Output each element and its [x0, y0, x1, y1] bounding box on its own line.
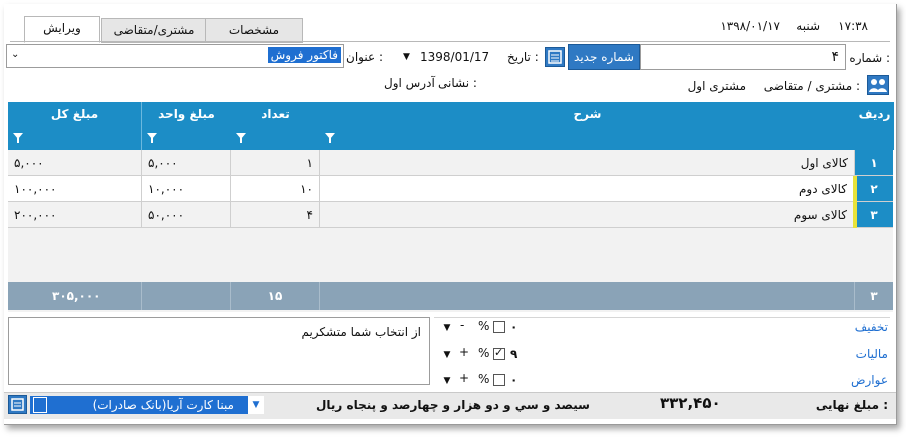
table-row[interactable]: ۲ کالای دوم ۱۰ ۱۰,۰۰۰ ۱۰۰,۰۰۰	[8, 176, 893, 202]
duties-percent-sign: %	[478, 372, 490, 386]
tab-edit[interactable]: ویرایش	[24, 16, 100, 43]
row-total: ۲۰۰,۰۰۰	[8, 202, 141, 228]
date-label: تاریخ :	[507, 50, 539, 64]
address-label: نشانی :	[438, 76, 477, 90]
col-total-label: مبلغ کل	[50, 107, 99, 121]
title-value: فاکتور فروش	[267, 47, 341, 63]
invoice-window: ۱۷:۳۸ شنبه ۱۳۹۸/۰۱/۱۷ ویرایش مشتری/متقاض…	[4, 4, 897, 425]
new-number-button[interactable]: شماره جدید	[568, 44, 640, 70]
title-select[interactable]: فاکتور فروش ⌄	[6, 44, 344, 68]
filter-icon[interactable]	[147, 133, 157, 143]
bank-account-value: مبنا کارت آریا(بانک صادرات)	[92, 398, 234, 412]
table-row[interactable]: ۱ کالای اول ۱ ۵,۰۰۰ ۵,۰۰۰	[8, 150, 893, 176]
row-unit-price[interactable]: ۵,۰۰۰	[141, 150, 230, 176]
discount-chevron-down-icon[interactable]: ▼	[441, 323, 453, 333]
tab-edit-label: ویرایش	[43, 21, 81, 35]
discount-percent-checkbox[interactable]	[493, 321, 505, 333]
tab-specs-label: مشخصات	[228, 23, 280, 37]
row-marker	[853, 176, 857, 202]
final-amount-value: ۳۳۲,۴۵۰	[660, 394, 721, 412]
notes-textarea[interactable]: از انتخاب شما متشکریم	[8, 317, 430, 385]
filter-icon[interactable]	[13, 133, 23, 143]
row-unit-price[interactable]: ۵۰,۰۰۰	[141, 202, 230, 228]
notes-text: از انتخاب شما متشکریم	[301, 325, 421, 339]
footer-unit	[141, 282, 230, 310]
discount-percent-sign: %	[478, 319, 490, 333]
grid-footer-totals: ۳ ۱۵ ۳۰۵,۰۰۰	[8, 282, 893, 310]
tab-customer[interactable]: مشتری/متقاضی	[101, 18, 207, 43]
customer-label: مشتری / متقاضی :	[763, 79, 860, 93]
col-header-total[interactable]: مبلغ کل	[8, 102, 141, 150]
weekday: شنبه	[796, 19, 820, 33]
card-icon	[33, 397, 47, 413]
clock: ۱۷:۳۸	[838, 19, 868, 33]
customers-icon[interactable]	[867, 75, 889, 95]
calculator-icon[interactable]	[545, 47, 565, 67]
row-desc[interactable]: کالای دوم	[319, 176, 853, 202]
final-amount-words: سیصد و سي و دو هزار و چهارصد و پنجاه ریا…	[316, 398, 590, 412]
footer-qty: ۱۵	[230, 282, 319, 310]
current-date: ۱۳۹۸/۰۱/۱۷	[720, 19, 780, 33]
number-label: شماره :	[849, 51, 890, 65]
row-number: ۱	[854, 150, 893, 176]
title-chevron-down-icon[interactable]: ⌄	[11, 49, 19, 60]
row-qty[interactable]: ۴	[230, 202, 319, 228]
tax-label: مالیات	[855, 347, 888, 361]
row-unit-price[interactable]: ۱۰,۰۰۰	[141, 176, 230, 202]
filter-icon[interactable]	[236, 133, 246, 143]
table-row[interactable]: ۳ کالای سوم ۴ ۵۰,۰۰۰ ۲۰۰,۰۰۰	[8, 202, 893, 228]
duties-percent-checkbox[interactable]	[493, 374, 505, 386]
col-unit-price-label: مبلغ واحد	[158, 107, 215, 121]
duties-sign-toggle[interactable]: +	[459, 371, 469, 385]
calculator-icon[interactable]	[8, 395, 27, 414]
col-qty-label: تعداد	[261, 107, 290, 121]
final-amount-label: مبلغ نهایی :	[815, 398, 888, 412]
address-value: آدرس اول	[384, 76, 435, 90]
footer-total: ۳۰۵,۰۰۰	[52, 289, 101, 303]
col-header-desc[interactable]: شرح	[319, 102, 855, 150]
row-total: ۵,۰۰۰	[8, 150, 141, 176]
items-grid: ردیف شرح تعداد مبلغ واحد مبلغ کل ۱ کالای…	[8, 102, 894, 312]
col-header-qty[interactable]: تعداد	[230, 102, 320, 150]
row-total: ۱۰۰,۰۰۰	[8, 176, 141, 202]
date-value[interactable]: 1398/01/17	[420, 50, 489, 64]
tab-specs[interactable]: مشخصات	[205, 18, 303, 43]
discount-sign-toggle[interactable]: -	[460, 318, 464, 332]
row-number: ۲	[854, 176, 893, 202]
col-header-row[interactable]: ردیف	[854, 102, 894, 150]
row-desc[interactable]: کالای سوم	[319, 202, 853, 228]
tax-percent-checkbox[interactable]	[493, 346, 505, 360]
row-number: ۳	[854, 202, 893, 228]
duties-chevron-down-icon[interactable]: ▼	[441, 376, 453, 386]
bank-account-select[interactable]: مبنا کارت آریا(بانک صادرات) ▼	[30, 396, 264, 414]
filter-icon[interactable]	[325, 133, 335, 143]
discount-label: تخفیف	[854, 320, 888, 334]
row-qty[interactable]: ۱	[230, 150, 319, 176]
tax-chevron-down-icon[interactable]: ▼	[441, 350, 453, 360]
number-value: ۴	[831, 49, 839, 65]
row-marker	[853, 202, 857, 228]
tax-sign-toggle[interactable]: +	[459, 345, 469, 359]
duties-value[interactable]: ۰	[510, 373, 517, 387]
tax-percent-sign: %	[478, 346, 490, 360]
bank-chevron-down-icon[interactable]: ▼	[248, 396, 264, 414]
tab-divider	[10, 41, 890, 42]
duties-label: عوارض	[851, 373, 888, 387]
row-qty[interactable]: ۱۰	[230, 176, 319, 202]
footer-count: ۳	[854, 282, 893, 310]
title-label: عنوان :	[346, 50, 383, 64]
footer-desc	[319, 282, 854, 310]
col-row-label: ردیف	[858, 107, 891, 121]
tab-customer-label: مشتری/متقاضی	[113, 23, 195, 37]
row-desc[interactable]: کالای اول	[319, 150, 854, 176]
tax-value[interactable]: ۹	[510, 347, 517, 361]
col-desc-label: شرح	[573, 107, 602, 121]
discount-value[interactable]: ۰	[510, 320, 517, 334]
number-field[interactable]: ۴	[640, 44, 846, 70]
col-header-unit-price[interactable]: مبلغ واحد	[141, 102, 231, 150]
customer-value[interactable]: مشتری اول	[688, 79, 746, 93]
date-dropdown-chevron-icon[interactable]: ▼	[403, 52, 410, 62]
